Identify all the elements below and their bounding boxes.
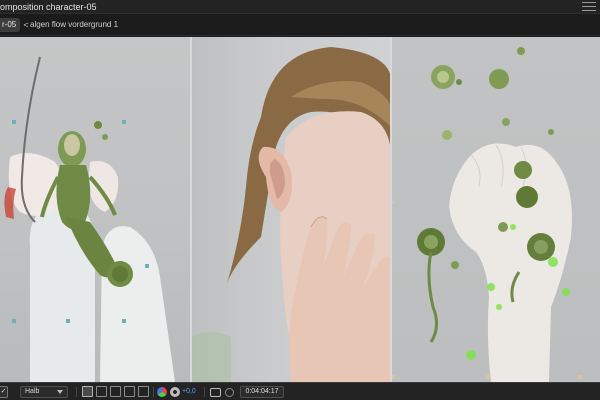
viewer-toolbar: ✓ Halb +0,0 0:04:04:17 (0, 382, 600, 400)
panel-divider (390, 37, 392, 382)
panel-divider (190, 37, 192, 382)
chevron-down-icon (57, 390, 63, 394)
exposure-reset-icon[interactable] (170, 387, 180, 397)
breadcrumb-layer[interactable]: algen flow vordergrund 1 (30, 18, 118, 32)
viewer-panel-right (391, 37, 600, 382)
title-bar: omposition character-05 (0, 0, 600, 14)
transparency-grid-icon[interactable] (96, 386, 107, 397)
toolbar-separator (76, 387, 77, 397)
tab-active-composition[interactable]: r-05 (0, 18, 21, 32)
composition-viewer[interactable] (0, 37, 600, 382)
viewer-panel-left (0, 37, 191, 382)
color-channel-icon[interactable] (157, 387, 167, 397)
middle-panel-artwork (191, 47, 391, 382)
camera-snapshot-icon[interactable] (210, 388, 221, 397)
resolution-select-value: Halb (25, 388, 40, 395)
guides-icon[interactable] (138, 386, 149, 397)
snapshot-display-icon[interactable] (124, 386, 135, 397)
resolution-select[interactable]: Halb (20, 386, 68, 398)
exposure-value[interactable]: +0,0 (182, 386, 196, 398)
hamburger-menu-icon[interactable] (582, 2, 596, 11)
always-preview-checkbox[interactable]: ✓ (0, 386, 8, 398)
mask-view-icon[interactable] (110, 386, 121, 397)
region-of-interest-icon[interactable] (82, 386, 93, 397)
right-panel-artwork (391, 47, 582, 382)
left-panel-artwork (4, 56, 175, 382)
composition-tab-row: r-05 < algen flow vordergrund 1 (0, 14, 600, 36)
current-time-display[interactable]: 0:04:04:17 (240, 386, 284, 398)
show-snapshot-icon[interactable] (225, 388, 234, 397)
window-title: omposition character-05 (0, 2, 97, 12)
viewer-panel-middle (191, 37, 391, 382)
toolbar-separator (204, 387, 205, 397)
toolbar-separator (153, 387, 154, 397)
